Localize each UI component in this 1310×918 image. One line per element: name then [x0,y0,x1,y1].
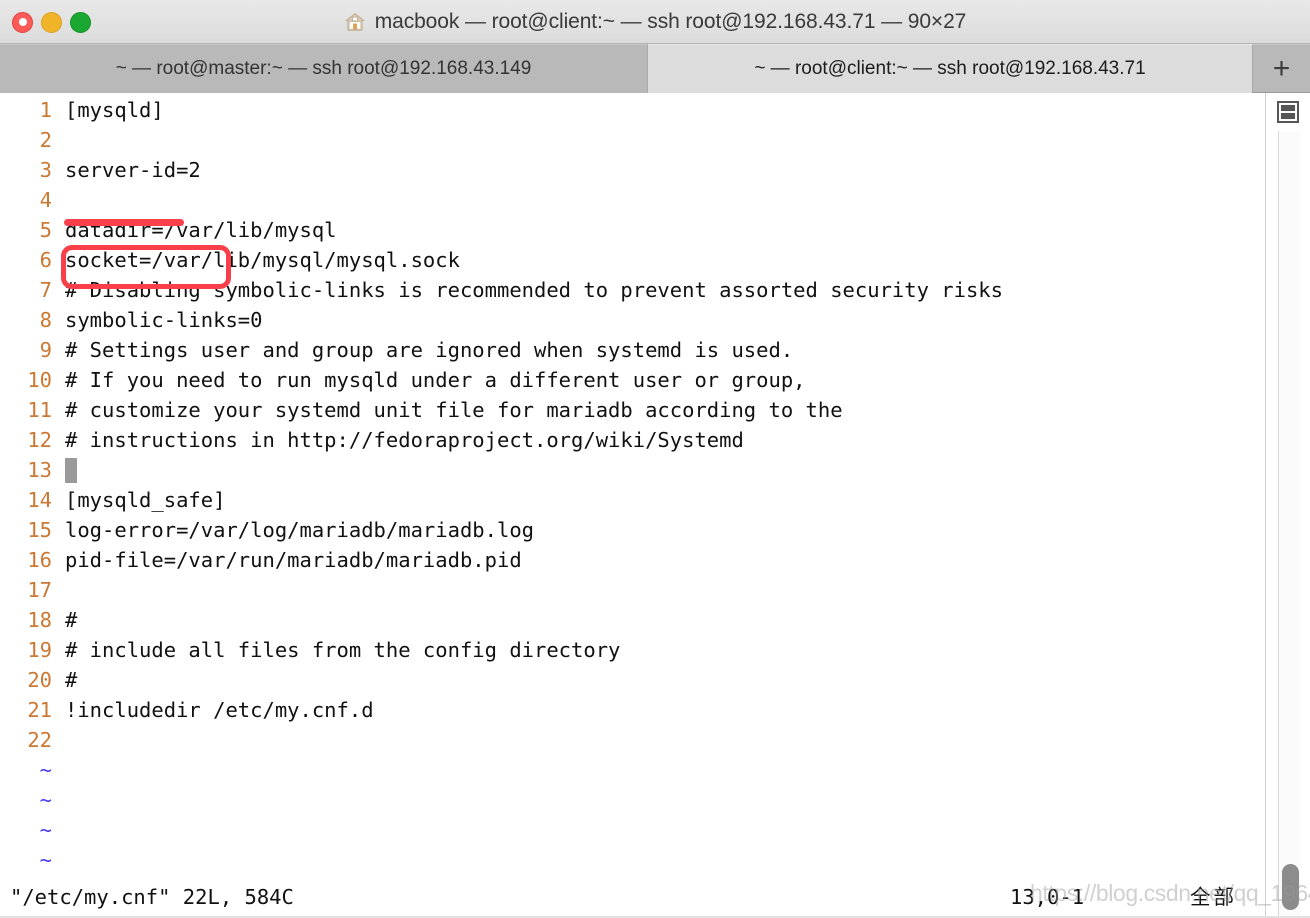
line-number: 1 [39,98,52,122]
line-number: 9 [39,338,52,362]
line-text: log-error=/var/log/mariadb/mariadb.log [65,518,534,542]
status-scroll-indicator: 全部 [1190,885,1237,909]
right-rail [1265,93,1310,918]
code-line: 13 [0,455,1265,485]
close-modified-dot [18,18,27,26]
line-number: 20 [27,668,52,692]
line-number: 8 [39,308,52,332]
annotation-box-server-id [61,245,231,289]
tilde-icon: ~ [39,848,52,872]
line-text: # [65,668,78,692]
code-line: 18 # [0,605,1265,635]
tilde-icon: ~ [39,818,52,842]
tab-bar: ~ — root@master:~ — ssh root@192.168.43.… [0,44,1310,93]
code-line: 4 [0,185,1265,215]
empty-line-marker: ~ [0,815,1265,845]
pane-list-icon-bar [1281,105,1295,111]
line-text: # Settings user and group are ignored wh… [65,338,794,362]
pane-list-button[interactable] [1271,95,1305,129]
code-line: 16 pid-file=/var/run/mariadb/mariadb.pid [0,545,1265,575]
annotation-underline-mysqld [64,219,184,226]
vertical-scrollbar[interactable] [1278,131,1300,918]
window-title-group: macbook — root@client:~ — ssh root@192.1… [0,0,1310,44]
minimize-window-button[interactable] [41,11,62,33]
line-number: 13 [27,458,52,482]
code-line: 11 # customize your systemd unit file fo… [0,395,1265,425]
tab-client[interactable]: ~ — root@client:~ — ssh root@192.168.43.… [648,44,1253,93]
code-line: 17 [0,575,1265,605]
tab-client-label: ~ — root@client:~ — ssh root@192.168.43.… [754,58,1146,79]
code-line: 15 log-error=/var/log/mariadb/mariadb.lo… [0,515,1265,545]
code-line: 10 # If you need to run mysqld under a d… [0,365,1265,395]
code-line: 12 # instructions in http://fedoraprojec… [0,425,1265,455]
pane-list-icon [1277,101,1299,123]
line-text: server-id=2 [65,158,201,182]
vim-editor[interactable]: 1 [mysqld] 2 3 server-id=2 4 5 datadir=/… [0,93,1265,918]
line-number: 12 [27,428,52,452]
window-controls [12,0,91,44]
status-filename: "/etc/my.cnf" 22L, 584C [10,885,294,909]
line-number: 21 [27,698,52,722]
code-line: 2 [0,125,1265,155]
line-number: 17 [27,578,52,602]
code-line: 20 # [0,665,1265,695]
plus-icon: + [1272,51,1291,85]
home-icon [344,13,365,31]
terminal-screen[interactable]: 1 [mysqld] 2 3 server-id=2 4 5 datadir=/… [0,93,1310,918]
line-text: # customize your systemd unit file for m… [65,398,843,422]
line-text: [mysqld_safe] [65,488,226,512]
line-text: pid-file=/var/run/mariadb/mariadb.pid [65,548,522,572]
line-number: 4 [39,188,52,212]
line-number: 7 [39,278,52,302]
close-window-button[interactable] [12,11,33,33]
line-number: 14 [27,488,52,512]
pane-list-icon-bar [1281,113,1295,119]
line-text: [mysqld] [65,98,164,122]
window-title: macbook — root@client:~ — ssh root@192.1… [374,10,967,33]
line-number: 10 [27,368,52,392]
code-line: 8 symbolic-links=0 [0,305,1265,335]
tab-master[interactable]: ~ — root@master:~ — ssh root@192.168.43.… [0,44,648,93]
vim-status-line: "/etc/my.cnf" 22L, 584C 13,0-1 全部 [0,882,1265,912]
line-number: 6 [39,248,52,272]
terminal-window: macbook — root@client:~ — ssh root@192.1… [0,0,1310,918]
line-number: 2 [39,128,52,152]
line-text: # If you need to run mysqld under a diff… [65,368,806,392]
code-line: 19 # include all files from the config d… [0,635,1265,665]
code-line: 3 server-id=2 [0,155,1265,185]
line-number: 5 [39,218,52,242]
line-text: # include all files from the config dire… [65,638,621,662]
window-titlebar: macbook — root@client:~ — ssh root@192.1… [0,0,1310,44]
code-line: 9 # Settings user and group are ignored … [0,335,1265,365]
maximize-window-button[interactable] [70,11,91,33]
line-text: # instructions in http://fedoraproject.o… [65,428,744,452]
line-number: 15 [27,518,52,542]
line-number: 16 [27,548,52,572]
empty-line-marker: ~ [0,845,1265,875]
vim-cursor [65,457,77,483]
tab-master-label: ~ — root@master:~ — ssh root@192.168.43.… [115,58,532,79]
scrollbar-thumb[interactable] [1282,864,1299,910]
empty-line-marker: ~ [0,785,1265,815]
line-number: 19 [27,638,52,662]
line-text: symbolic-links=0 [65,308,263,332]
code-line: 5 datadir=/var/lib/mysql [0,215,1265,245]
line-number: 11 [27,398,52,422]
line-number: 22 [27,728,52,752]
line-number: 3 [39,158,52,182]
line-number: 18 [27,608,52,632]
code-line: 14 [mysqld_safe] [0,485,1265,515]
vim-buffer: 1 [mysqld] 2 3 server-id=2 4 5 datadir=/… [0,95,1265,755]
line-text: # [65,608,78,632]
empty-line-markers: ~ ~ ~ ~ [0,755,1265,875]
tilde-icon: ~ [39,788,52,812]
line-text: !includedir /etc/my.cnf.d [65,698,374,722]
new-tab-button[interactable]: + [1253,44,1310,92]
code-line: 1 [mysqld] [0,95,1265,125]
code-line: 22 [0,725,1265,755]
tilde-icon: ~ [39,758,52,782]
code-line: 21 !includedir /etc/my.cnf.d [0,695,1265,725]
status-cursor-position: 13,0-1 [1010,885,1085,909]
empty-line-marker: ~ [0,755,1265,785]
